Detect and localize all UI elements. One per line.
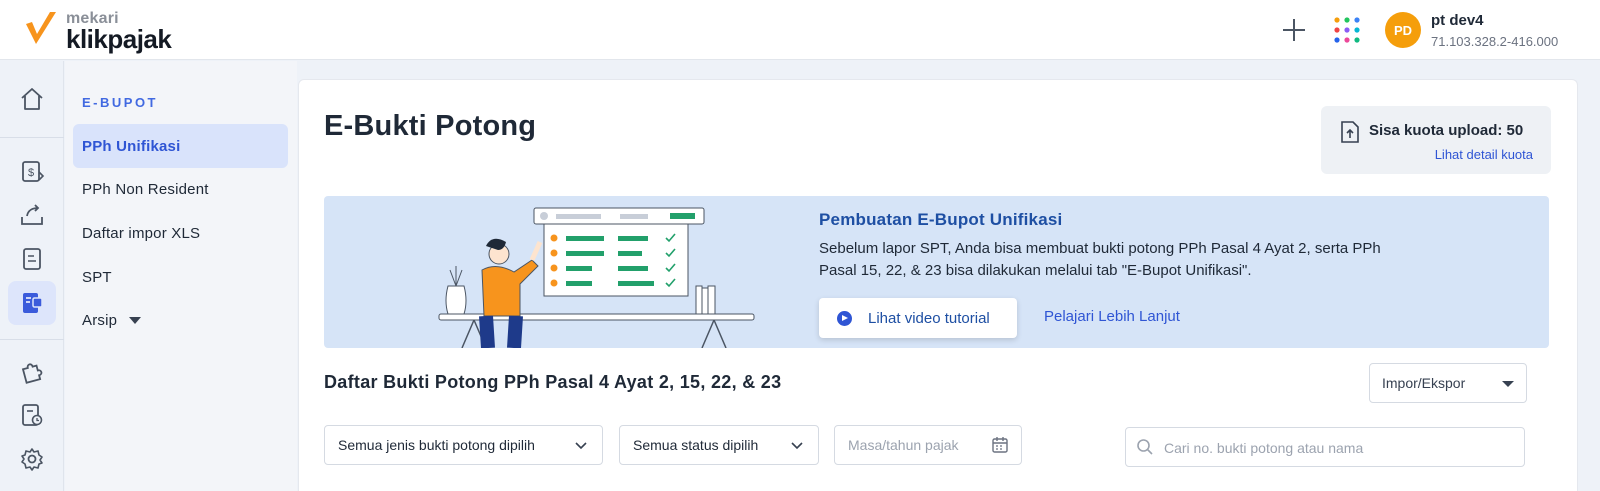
upload-tray-icon[interactable] bbox=[8, 193, 56, 237]
caret-down-icon bbox=[129, 316, 142, 324]
sidebar-item-label: SPT bbox=[82, 268, 112, 286]
main-content: E-Bukti Potong Sisa kuota upload: 50 Lih… bbox=[298, 79, 1578, 491]
sidebar-item-label: PPh Non Resident bbox=[82, 180, 209, 198]
apps-grid-icon[interactable] bbox=[1332, 15, 1362, 45]
list-title: Daftar Bukti Potong PPh Pasal 4 Ayat 2, … bbox=[324, 372, 782, 392]
sidebar-item-pph-non-resident[interactable]: PPh Non Resident bbox=[73, 167, 288, 211]
video-tutorial-label: Lihat video tutorial bbox=[868, 309, 990, 327]
sidebar-item-daftar-impor-xls[interactable]: Daftar impor XLS bbox=[73, 211, 288, 255]
sidebar-item-arsip[interactable]: Arsip bbox=[73, 298, 288, 342]
masa-tahun-pajak-picker[interactable]: Masa/tahun pajak bbox=[834, 425, 1022, 465]
plus-icon[interactable] bbox=[1280, 16, 1308, 44]
status-filter[interactable]: Semua status dipilih bbox=[619, 425, 819, 465]
sidebar-item-label: PPh Unifikasi bbox=[82, 137, 181, 155]
calendar-icon bbox=[992, 437, 1008, 453]
search-box bbox=[1125, 427, 1525, 467]
video-tutorial-button[interactable]: Lihat video tutorial bbox=[819, 298, 1017, 338]
svg-text:$: $ bbox=[28, 167, 34, 179]
sidebar-item-spt[interactable]: SPT bbox=[73, 255, 288, 299]
ebupot-icon[interactable] bbox=[8, 281, 56, 325]
search-icon bbox=[1137, 439, 1153, 455]
top-bar: mekari klikpajak PD pt dev4 71.103.328.2… bbox=[0, 0, 1600, 60]
quota-text: Sisa kuota upload: 50 bbox=[1369, 122, 1524, 139]
settings-icon[interactable] bbox=[8, 437, 56, 481]
puzzle-icon[interactable] bbox=[8, 349, 56, 393]
chevron-down-icon bbox=[791, 442, 803, 450]
klikpajak-logo[interactable]: mekari klikpajak bbox=[24, 8, 194, 54]
info-banner: Pembuatan E-Bupot Unifikasi Sebelum lapo… bbox=[324, 196, 1549, 348]
checkmark-logo-icon bbox=[26, 12, 56, 44]
sidebar-item-label: Daftar impor XLS bbox=[82, 224, 201, 242]
banner-illustration bbox=[438, 207, 755, 348]
play-icon bbox=[837, 310, 852, 326]
impor-ekspor-label: Impor/Ekspor bbox=[1382, 375, 1466, 391]
avatar[interactable]: PD bbox=[1385, 12, 1421, 48]
brand-klikpajak: klikpajak bbox=[66, 24, 172, 54]
tax-document-icon[interactable]: $ bbox=[8, 149, 56, 193]
learn-more-link[interactable]: Pelajari Lebih Lanjut bbox=[1044, 308, 1180, 325]
side-menu-heading: E-BUPOT bbox=[82, 95, 158, 110]
side-menu: E-BUPOT PPh Unifikasi PPh Non Resident D… bbox=[65, 61, 297, 491]
caret-down-icon bbox=[1502, 381, 1514, 387]
banner-title: Pembuatan E-Bupot Unifikasi bbox=[819, 210, 1063, 229]
home-icon[interactable] bbox=[8, 77, 56, 121]
user-npwp: 71.103.328.2-416.000 bbox=[1431, 34, 1559, 49]
sidebar-item-pph-unifikasi[interactable]: PPh Unifikasi bbox=[73, 124, 288, 168]
user-name[interactable]: pt dev4 bbox=[1431, 12, 1484, 29]
masa-tahun-placeholder: Masa/tahun pajak bbox=[848, 437, 959, 453]
report-document-icon[interactable] bbox=[8, 237, 56, 281]
page-title: E-Bukti Potong bbox=[324, 110, 537, 142]
chevron-down-icon bbox=[575, 442, 587, 450]
sidebar-item-label: Arsip bbox=[82, 311, 118, 329]
document-settings-icon[interactable] bbox=[8, 393, 56, 437]
jenis-filter-label: Semua jenis bukti potong dipilih bbox=[338, 437, 535, 453]
status-filter-label: Semua status dipilih bbox=[633, 437, 759, 453]
banner-description: Sebelum lapor SPT, Anda bisa membuat buk… bbox=[819, 240, 1381, 279]
search-input[interactable] bbox=[1164, 436, 1514, 460]
upload-file-icon bbox=[1341, 121, 1359, 143]
impor-ekspor-dropdown[interactable]: Impor/Ekspor bbox=[1369, 363, 1527, 403]
upload-quota-box: Sisa kuota upload: 50 Lihat detail kuota bbox=[1321, 106, 1551, 174]
icon-rail: $ bbox=[0, 61, 64, 491]
quota-detail-link[interactable]: Lihat detail kuota bbox=[1435, 147, 1533, 162]
jenis-bukti-potong-filter[interactable]: Semua jenis bukti potong dipilih bbox=[324, 425, 603, 465]
